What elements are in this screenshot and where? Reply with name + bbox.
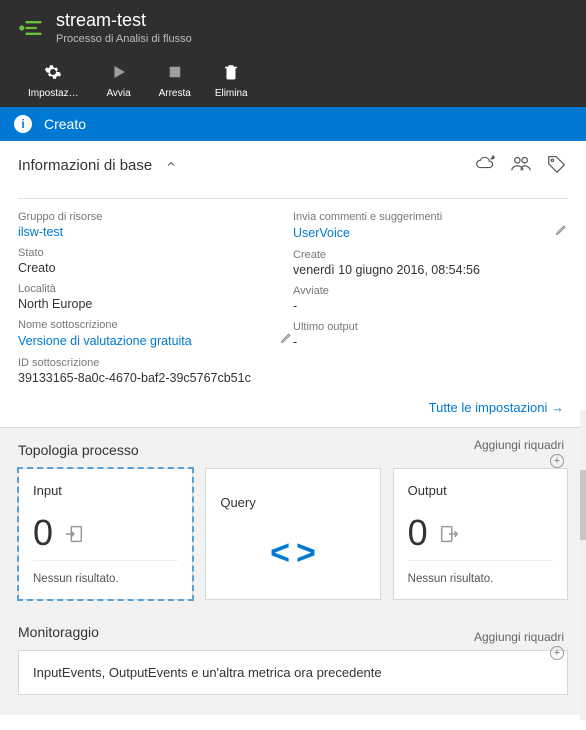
- create-label: Create: [293, 249, 568, 261]
- input-tile[interactable]: Input 0 Nessun risultato.: [18, 468, 193, 600]
- subscription-id-value: 39133165-8a0c-4670-baf2-39c5767cb51c: [18, 371, 293, 385]
- create-value: venerdì 10 giugno 2016, 08:54:56: [293, 263, 568, 277]
- users-icon[interactable]: [510, 153, 532, 178]
- stop-icon: [159, 63, 191, 84]
- resource-group-link[interactable]: ilsw-test: [18, 225, 293, 239]
- delete-button[interactable]: Elimina: [203, 57, 260, 107]
- tag-icon[interactable]: [546, 153, 568, 178]
- cloud-icon[interactable]: [474, 153, 496, 178]
- settings-label: Impostaz…: [28, 88, 79, 99]
- status-text: Creato: [44, 116, 86, 132]
- input-count: 0: [33, 512, 53, 554]
- metric-text: InputEvents, OutputEvents e un'altra met…: [33, 665, 382, 680]
- add-tiles-label: Aggiungi riquadri: [474, 438, 564, 452]
- status-bar: i Creato: [0, 107, 586, 141]
- scrollbar[interactable]: [580, 410, 586, 720]
- resource-group-label: Gruppo di risorse: [18, 211, 293, 223]
- gear-icon: [28, 63, 79, 84]
- header: stream-test Processo di Analisi di fluss…: [0, 0, 586, 107]
- query-tile-title: Query: [220, 495, 255, 510]
- state-label: Stato: [18, 247, 293, 259]
- arrow-right-icon: →: [551, 400, 564, 415]
- pencil-icon[interactable]: [280, 331, 293, 349]
- output-count: 0: [408, 512, 428, 554]
- state-value: Creato: [18, 261, 293, 275]
- page-title: stream-test: [56, 10, 192, 31]
- location-value: North Europe: [18, 297, 293, 311]
- topology-section: Aggiungi riquadri + Topologia processo I…: [0, 427, 586, 620]
- stop-button[interactable]: Arresta: [147, 57, 203, 107]
- all-settings-label: Tutte le impostazioni: [429, 400, 548, 415]
- monitoring-section: Aggiungi riquadri + Monitoraggio InputEv…: [0, 620, 586, 715]
- toolbar: Impostaz… Avvia Arresta Elimina: [16, 57, 570, 107]
- output-tile-footer: Nessun risultato.: [408, 560, 553, 585]
- settings-button[interactable]: Impostaz…: [16, 57, 91, 107]
- section-title-row[interactable]: Informazioni di base: [18, 157, 177, 175]
- pencil-icon[interactable]: [555, 223, 568, 241]
- input-arrow-icon: [63, 512, 85, 554]
- query-tile[interactable]: Query <>: [205, 468, 380, 600]
- location-label: Località: [18, 283, 293, 295]
- play-icon: [103, 63, 135, 84]
- output-tile[interactable]: Output 0 Nessun risultato.: [393, 468, 568, 600]
- started-label: Avviate: [293, 285, 568, 297]
- subscription-name-link[interactable]: Versione di valutazione gratuita: [18, 334, 280, 348]
- feedback-link[interactable]: UserVoice: [293, 226, 555, 240]
- input-tile-footer: Nessun risultato.: [33, 560, 178, 585]
- delete-label: Elimina: [215, 88, 248, 99]
- stop-label: Arresta: [159, 88, 191, 99]
- all-settings-link[interactable]: Tutte le impostazioni →: [429, 400, 564, 415]
- info-icon: i: [14, 115, 32, 133]
- add-tiles-button-monitoring[interactable]: Aggiungi riquadri +: [474, 630, 564, 660]
- started-value: -: [293, 299, 568, 313]
- plus-circle-icon: +: [550, 454, 564, 468]
- add-tiles-label-monitoring: Aggiungi riquadri: [474, 630, 564, 644]
- query-brackets-icon: <>: [270, 534, 316, 573]
- section-title: Informazioni di base: [18, 157, 152, 174]
- output-arrow-icon: [438, 512, 460, 554]
- stream-analytics-icon: [16, 14, 44, 42]
- chevron-up-icon: [165, 157, 177, 174]
- scrollbar-thumb[interactable]: [580, 470, 586, 540]
- subscription-id-label: ID sottoscrizione: [18, 357, 293, 369]
- input-tile-title: Input: [33, 483, 178, 498]
- output-tile-title: Output: [408, 483, 553, 498]
- last-output-label: Ultimo output: [293, 321, 568, 333]
- add-tiles-button[interactable]: Aggiungi riquadri +: [474, 438, 564, 468]
- last-output-value: -: [293, 335, 568, 349]
- trash-icon: [215, 63, 248, 84]
- feedback-label: Invia commenti e suggerimenti: [293, 211, 568, 223]
- plus-circle-icon: +: [550, 646, 564, 660]
- start-label: Avvia: [106, 88, 130, 99]
- info-grid: Gruppo di risorse ilsw-test Stato Creato…: [0, 199, 586, 385]
- page-subtitle: Processo di Analisi di flusso: [56, 33, 192, 45]
- subscription-name-label: Nome sottoscrizione: [18, 319, 293, 331]
- start-button[interactable]: Avvia: [91, 57, 147, 107]
